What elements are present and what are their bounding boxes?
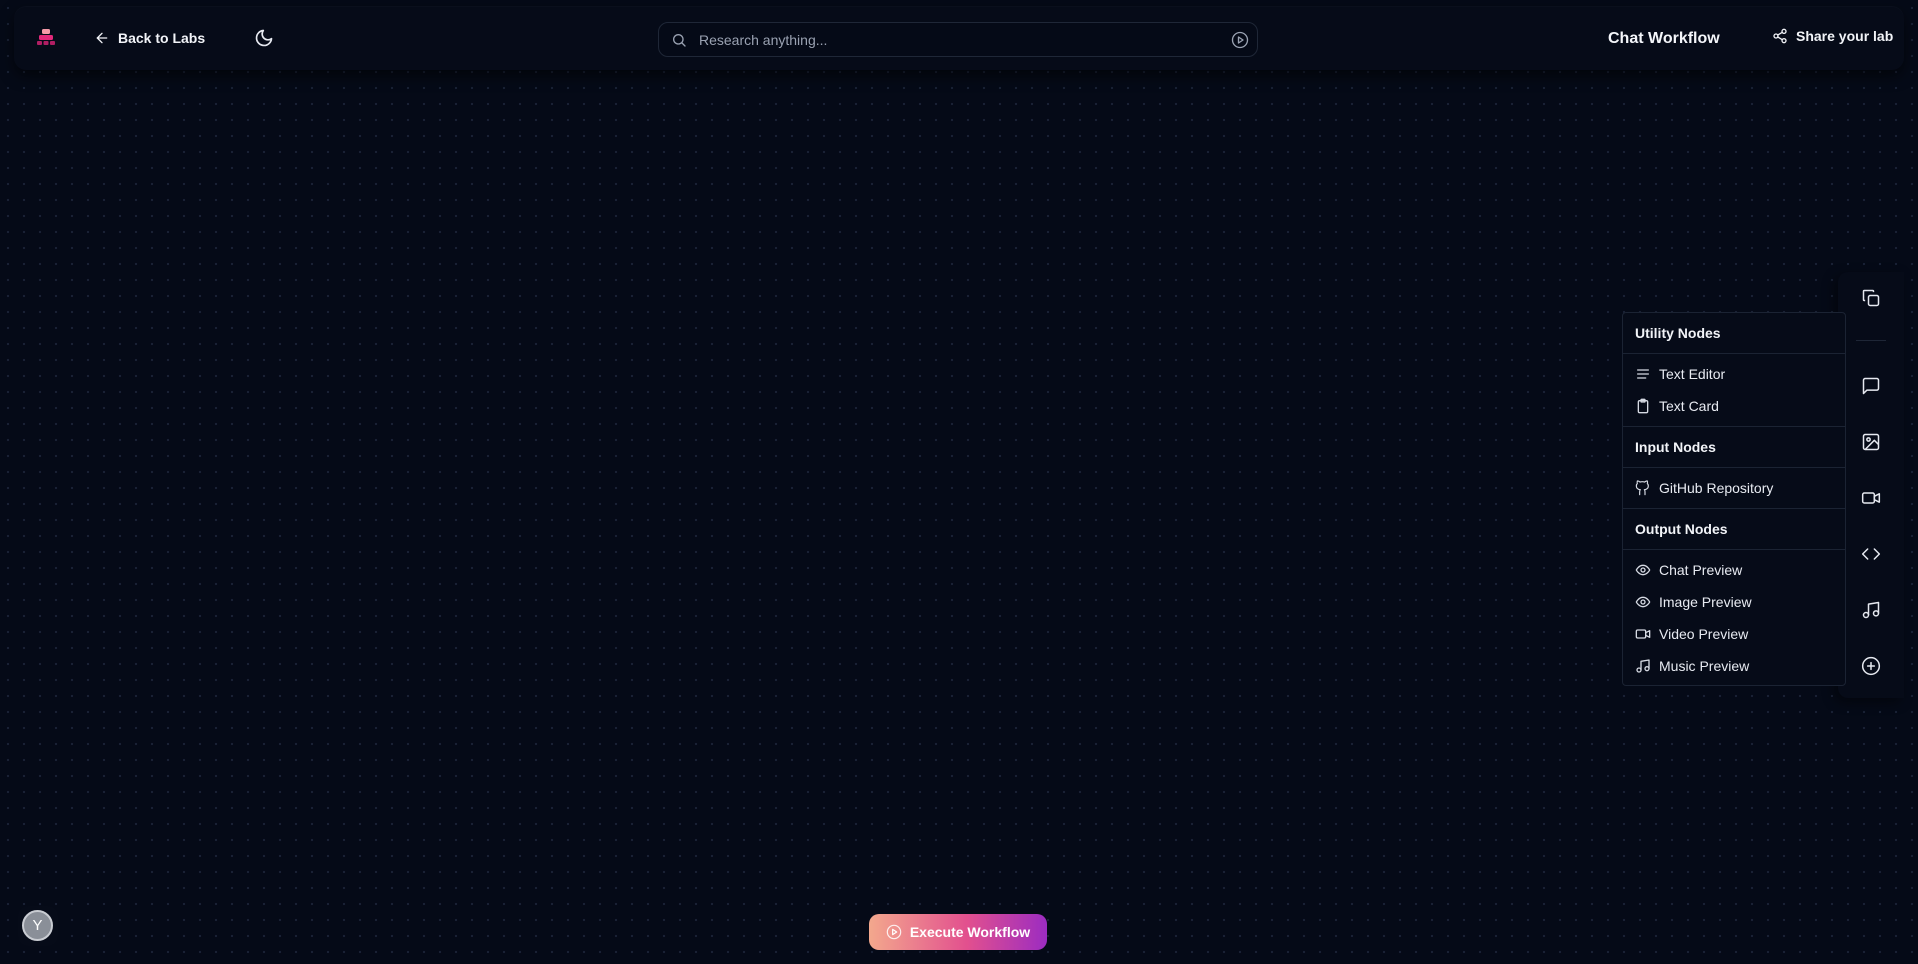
back-to-labs-label: Back to Labs <box>118 30 206 46</box>
clipboard-icon <box>1635 398 1651 414</box>
music-icon <box>1635 658 1651 674</box>
music-icon[interactable] <box>1861 600 1881 620</box>
menu-item-label: Chat Preview <box>1659 562 1743 578</box>
arrow-left-icon <box>94 30 110 46</box>
video-icon <box>1635 626 1651 642</box>
eye-icon <box>1635 594 1651 610</box>
image-icon[interactable] <box>1861 432 1881 452</box>
top-bar: Back to Labs Chat Workflow Share your la… <box>14 6 1904 70</box>
video-icon[interactable] <box>1861 488 1881 508</box>
code-icon[interactable] <box>1861 544 1881 564</box>
github-icon <box>1635 480 1651 496</box>
moon-icon[interactable] <box>254 28 274 48</box>
page-title: Chat Workflow <box>1608 30 1720 47</box>
menu-item-github-repository[interactable]: GitHub Repository <box>1623 472 1845 504</box>
share-lab-button[interactable]: Share your lab <box>1772 28 1893 44</box>
section-heading-input: Input Nodes <box>1635 439 1716 455</box>
section-heading-utility: Utility Nodes <box>1635 325 1721 341</box>
play-circle-icon <box>886 924 902 940</box>
menu-divider <box>1623 353 1845 354</box>
message-square-icon[interactable] <box>1861 376 1881 396</box>
menu-item-text-card[interactable]: Text Card <box>1623 390 1845 422</box>
share-lab-label: Share your lab <box>1796 28 1894 44</box>
menu-item-label: Text Card <box>1659 398 1719 414</box>
section-heading-output: Output Nodes <box>1635 521 1728 537</box>
app-logo-icon[interactable] <box>34 27 58 51</box>
menu-item-label: Music Preview <box>1659 658 1750 674</box>
align-left-icon <box>1635 366 1651 382</box>
execute-workflow-label: Execute Workflow <box>909 924 1031 940</box>
menu-item-label: Video Preview <box>1659 626 1749 642</box>
add-node-menu: Utility Nodes Text Editor Text Card Inpu… <box>1622 312 1846 686</box>
avatar[interactable]: Y <box>22 910 53 941</box>
back-to-labs-button[interactable]: Back to Labs <box>94 24 205 52</box>
play-circle-icon[interactable] <box>1231 31 1249 49</box>
copy-icon[interactable] <box>1861 288 1881 308</box>
user-menu: Y <box>18 906 58 946</box>
menu-item-label: Image Preview <box>1659 594 1752 610</box>
search-input[interactable] <box>699 23 1219 56</box>
menu-item-image-preview[interactable]: Image Preview <box>1623 586 1845 618</box>
menu-item-music-preview[interactable]: Music Preview <box>1623 650 1845 682</box>
plus-circle-icon[interactable] <box>1861 656 1881 676</box>
menu-item-chat-preview[interactable]: Chat Preview <box>1623 554 1845 586</box>
menu-item-text-editor[interactable]: Text Editor <box>1623 358 1845 390</box>
menu-divider <box>1623 467 1845 468</box>
menu-item-label: Text Editor <box>1659 366 1726 382</box>
eye-icon <box>1635 562 1651 578</box>
menu-item-video-preview[interactable]: Video Preview <box>1623 618 1845 650</box>
toolbar-divider <box>1856 340 1886 341</box>
menu-divider <box>1623 549 1845 550</box>
search-icon <box>671 32 687 48</box>
node-toolbar <box>1838 272 1904 698</box>
share-icon <box>1772 28 1788 44</box>
search-bar <box>658 22 1258 57</box>
menu-item-label: GitHub Repository <box>1659 480 1774 496</box>
execute-workflow-button[interactable]: Execute Workflow <box>869 914 1047 950</box>
